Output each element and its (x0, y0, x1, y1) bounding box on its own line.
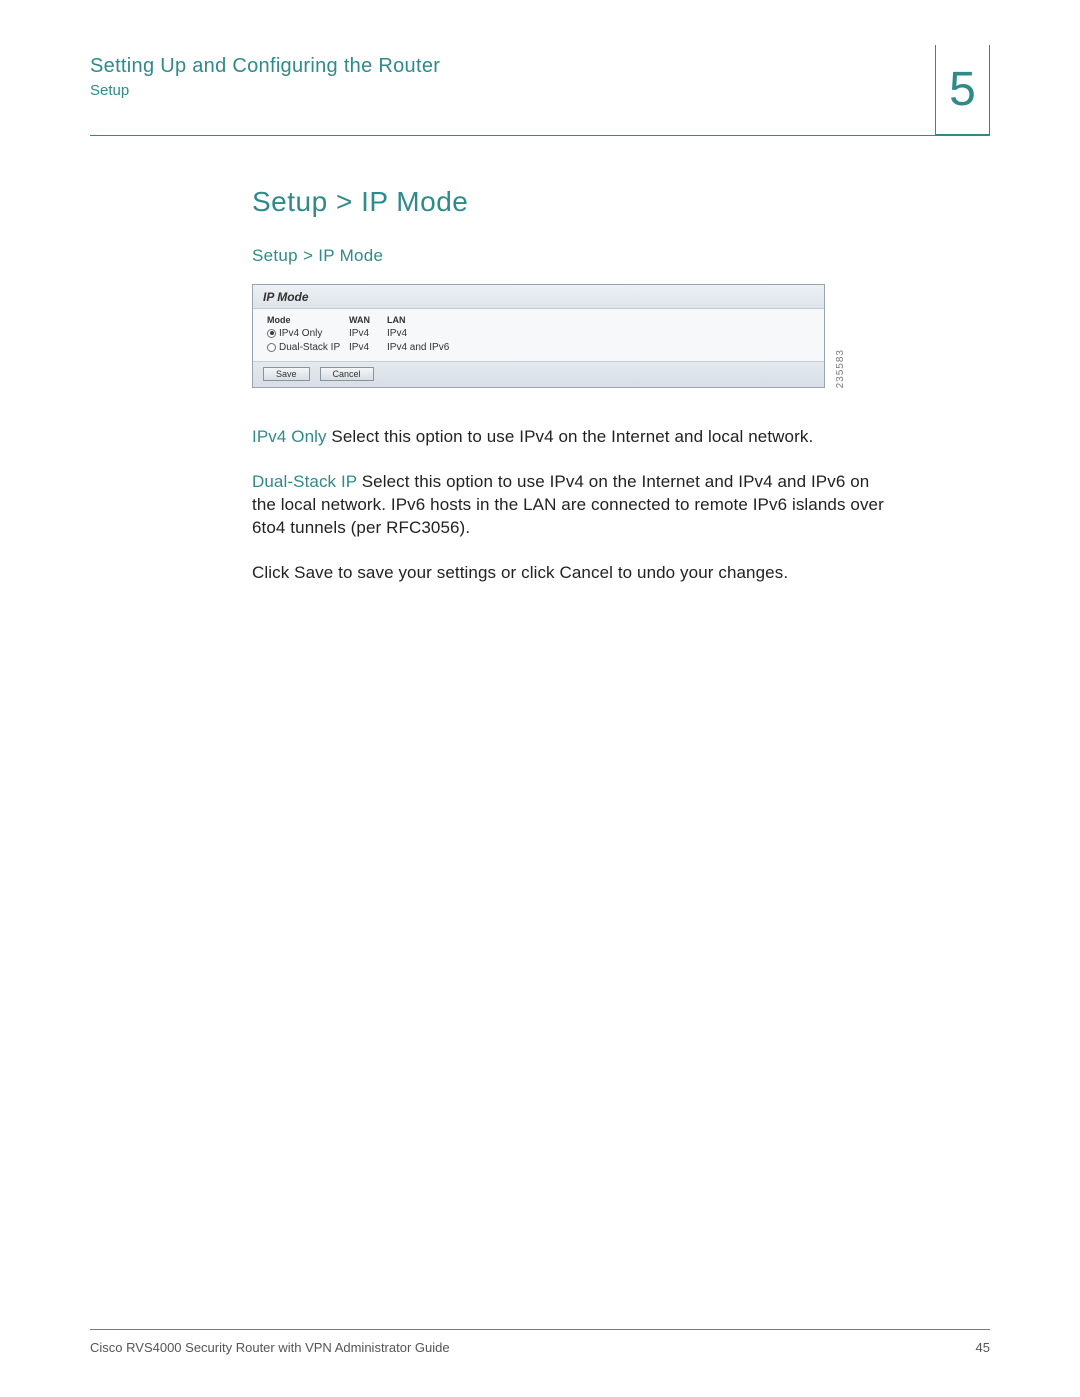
paragraph: Dual-Stack IP Select this option to use … (252, 471, 892, 540)
table-row: Dual-Stack IP IPv4 IPv4 and IPv6 (267, 341, 814, 355)
radio-dual-stack[interactable] (267, 343, 276, 352)
save-button[interactable]: Save (263, 367, 310, 381)
content-area: Setup > IP Mode Setup > IP Mode IP Mode … (252, 136, 892, 585)
term-ipv4-only: IPv4 Only (252, 427, 327, 446)
paragraph: Click Save to save your settings or clic… (252, 562, 892, 585)
chapter-title: Setting Up and Configuring the Router (90, 55, 440, 78)
lan-value: IPv4 (387, 327, 467, 341)
term-dual-stack: Dual-Stack IP (252, 472, 357, 491)
wan-value: IPv4 (349, 341, 387, 355)
panel-title: IP Mode (253, 285, 824, 309)
paragraph-text: Select this option to use IPv4 on the In… (327, 427, 814, 446)
footer-guide-name: Cisco RVS4000 Security Router with VPN A… (90, 1340, 450, 1355)
mode-label: Dual-Stack IP (279, 342, 340, 353)
col-header-mode: Mode (267, 313, 349, 327)
col-header-lan: LAN (387, 313, 467, 327)
page-subtitle: Setup > IP Mode (252, 246, 892, 266)
page-title: Setup > IP Mode (252, 186, 892, 218)
footer-page-number: 45 (976, 1340, 990, 1355)
page-footer: Cisco RVS4000 Security Router with VPN A… (90, 1329, 990, 1355)
table-row: IPv4 Only IPv4 IPv4 (267, 327, 814, 341)
paragraph: IPv4 Only Select this option to use IPv4… (252, 426, 892, 449)
ui-screenshot: IP Mode Mode WAN LAN IPv4 Only IPv4 IPv4 (252, 284, 842, 388)
button-bar: Save Cancel (253, 362, 824, 387)
chapter-number: 5 (949, 66, 976, 114)
col-header-wan: WAN (349, 313, 387, 327)
chapter-number-box: 5 (935, 45, 990, 135)
wan-value: IPv4 (349, 327, 387, 341)
cancel-button[interactable]: Cancel (320, 367, 374, 381)
section-name: Setup (90, 82, 440, 99)
lan-value: IPv4 and IPv6 (387, 341, 467, 355)
radio-ipv4-only[interactable] (267, 329, 276, 338)
image-id: 235583 (835, 349, 846, 388)
page-header: Setting Up and Configuring the Router Se… (90, 55, 990, 130)
ip-mode-table: Mode WAN LAN IPv4 Only IPv4 IPv4 Dual-St… (253, 309, 824, 362)
mode-label: IPv4 Only (279, 328, 322, 339)
